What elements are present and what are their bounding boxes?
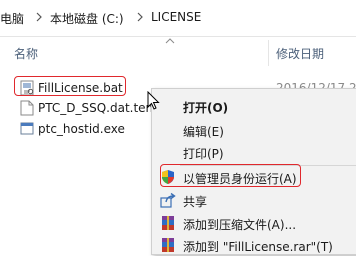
winrar-icon (162, 216, 174, 230)
highlight-file-name (14, 76, 126, 96)
winrar-icon (162, 238, 174, 252)
sort-ascending-icon (165, 38, 175, 44)
chevron-right-icon[interactable] (133, 10, 147, 24)
menu-item-open[interactable]: 打开(O) (152, 95, 356, 117)
column-header-modified[interactable]: 修改日期 (276, 45, 324, 62)
file-name[interactable]: PTC_D_SSQ.dat.tem (38, 101, 157, 115)
column-header-name[interactable]: 名称 (14, 45, 38, 62)
document-file-icon (20, 100, 34, 116)
menu-item-add-to-rar[interactable]: 添加到 "FillLicense.rar"(T) (152, 234, 356, 256)
menu-item-print[interactable]: 打印(P) (152, 141, 356, 163)
chevron-right-icon[interactable] (32, 10, 46, 24)
exe-file-icon (20, 122, 34, 135)
mouse-cursor-icon (147, 91, 160, 110)
column-divider[interactable] (268, 40, 269, 66)
menu-item-edit[interactable]: 编辑(E) (152, 119, 356, 141)
menu-item-add-to-archive[interactable]: 添加到压缩文件(A)... (152, 212, 356, 234)
highlight-run-as-admin (160, 164, 301, 187)
breadcrumb-item-computer[interactable]: 电脑 (0, 10, 24, 27)
address-bar[interactable]: 电脑 本地磁盘 (C:) LICENSE (0, 0, 356, 37)
breadcrumb-item-local-disk[interactable]: 本地磁盘 (C:) (50, 10, 124, 27)
menu-item-share[interactable]: 共享 (152, 189, 356, 211)
share-icon (160, 192, 176, 208)
file-name[interactable]: ptc_hostid.exe (38, 122, 125, 136)
breadcrumb-item-license[interactable]: LICENSE (151, 10, 201, 24)
